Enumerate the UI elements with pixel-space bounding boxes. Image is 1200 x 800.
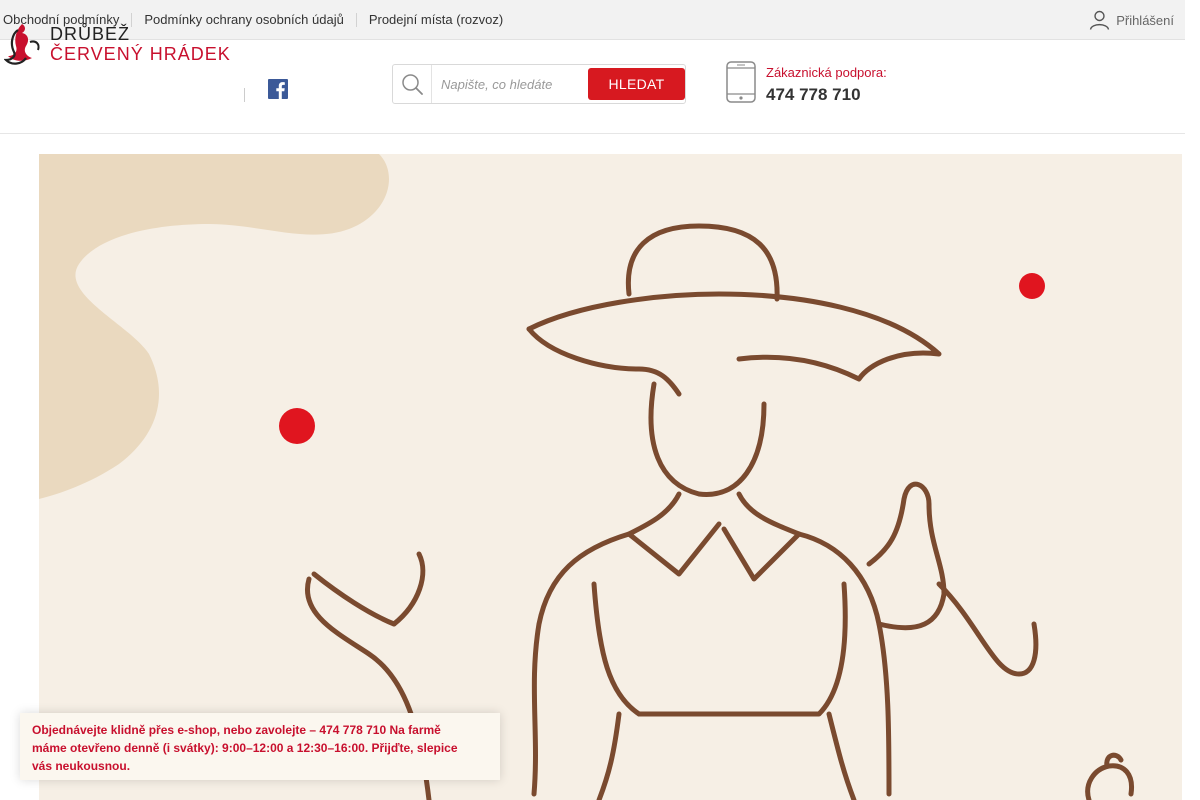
notice-text: Objednávejte klidně přes e-shop, nebo za…	[32, 721, 472, 775]
login-link[interactable]: Přihlášení	[1089, 0, 1174, 40]
hero-banner[interactable]	[39, 154, 1182, 800]
site-logo[interactable]: DRŮBEŽ ČERVENÝ HRÁDEK	[4, 22, 231, 66]
logo-line2: ČERVENÝ HRÁDEK	[50, 44, 231, 64]
farmer-illustration	[39, 154, 1135, 800]
logo-line1: DRŮBEŽ	[50, 24, 131, 44]
facebook-icon[interactable]	[268, 79, 288, 99]
user-icon	[1089, 10, 1110, 30]
red-dot	[279, 408, 315, 444]
beige-blob	[39, 154, 389, 499]
search-input[interactable]	[433, 65, 585, 103]
store-notice: Objednávejte klidně přes e-shop, nebo za…	[20, 713, 500, 780]
notice-part1: Objednávejte klidně přes e-shop, nebo za…	[32, 723, 390, 737]
search-box: HLEDAT	[392, 64, 686, 104]
phone-icon	[726, 61, 756, 103]
link-sales-points[interactable]: Prodejní místa (rozvoz)	[355, 13, 515, 27]
search-button[interactable]: HLEDAT	[588, 68, 685, 100]
support-label: Zákaznická podpora:	[766, 65, 887, 80]
red-dot	[1019, 273, 1045, 299]
support-phone-link[interactable]: 474 778 710	[766, 85, 861, 105]
search-icon	[393, 65, 432, 103]
login-label: Přihlášení	[1116, 12, 1174, 28]
logo-divider	[244, 88, 245, 102]
rooster-logo-icon	[4, 24, 40, 65]
